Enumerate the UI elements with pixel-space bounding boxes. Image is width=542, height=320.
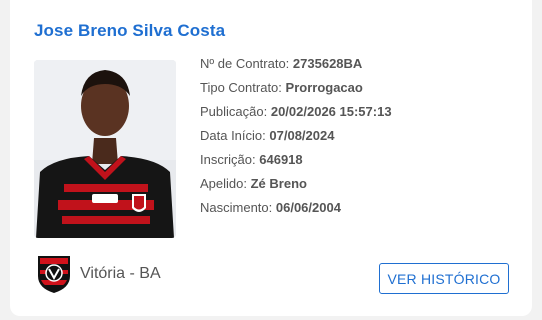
- field-label: Data Início:: [200, 128, 266, 143]
- club-name: Vitória - BA: [80, 265, 161, 282]
- start-date-value: 07/08/2024: [269, 128, 335, 143]
- player-photo: [34, 60, 176, 238]
- contract-number-row: Nº de Contrato: 2735628BA: [200, 56, 392, 80]
- contract-type-row: Tipo Contrato: Prorrogacao: [200, 80, 392, 104]
- publication-value: 20/02/2026 15:57:13: [270, 104, 392, 119]
- field-label: Inscrição:: [200, 152, 256, 167]
- registration-value: 646918: [259, 152, 303, 167]
- registration-row: Inscrição: 646918: [200, 152, 392, 176]
- birth-date-row: Nascimento: 06/06/2004: [200, 200, 392, 224]
- field-label: Apelido:: [200, 176, 247, 191]
- field-label: Nº de Contrato:: [200, 56, 290, 71]
- player-contract-card: Jose Breno Silva Costa Nº de Contrato: 2…: [10, 0, 532, 316]
- view-history-button[interactable]: VER HISTÓRICO: [379, 263, 509, 294]
- start-date-row: Data Início: 07/08/2024: [200, 128, 392, 152]
- club-crest-icon: [36, 254, 72, 294]
- field-label: Nascimento:: [200, 200, 273, 215]
- field-label: Tipo Contrato:: [200, 80, 282, 95]
- contract-info: Nº de Contrato: 2735628BA Tipo Contrato:…: [200, 56, 392, 224]
- field-label: Publicação:: [200, 104, 268, 119]
- club-info: Vitória - BA: [36, 254, 161, 294]
- nickname-row: Apelido: Zé Breno: [200, 176, 392, 200]
- publication-row: Publicação: 20/02/2026 15:57:13: [200, 104, 392, 128]
- player-name: Jose Breno Silva Costa: [34, 21, 226, 40]
- birth-date-value: 06/06/2004: [275, 200, 341, 215]
- contract-number-value: 2735628BA: [292, 56, 363, 71]
- nickname-value: Zé Breno: [250, 176, 307, 191]
- contract-type-value: Prorrogacao: [285, 80, 363, 95]
